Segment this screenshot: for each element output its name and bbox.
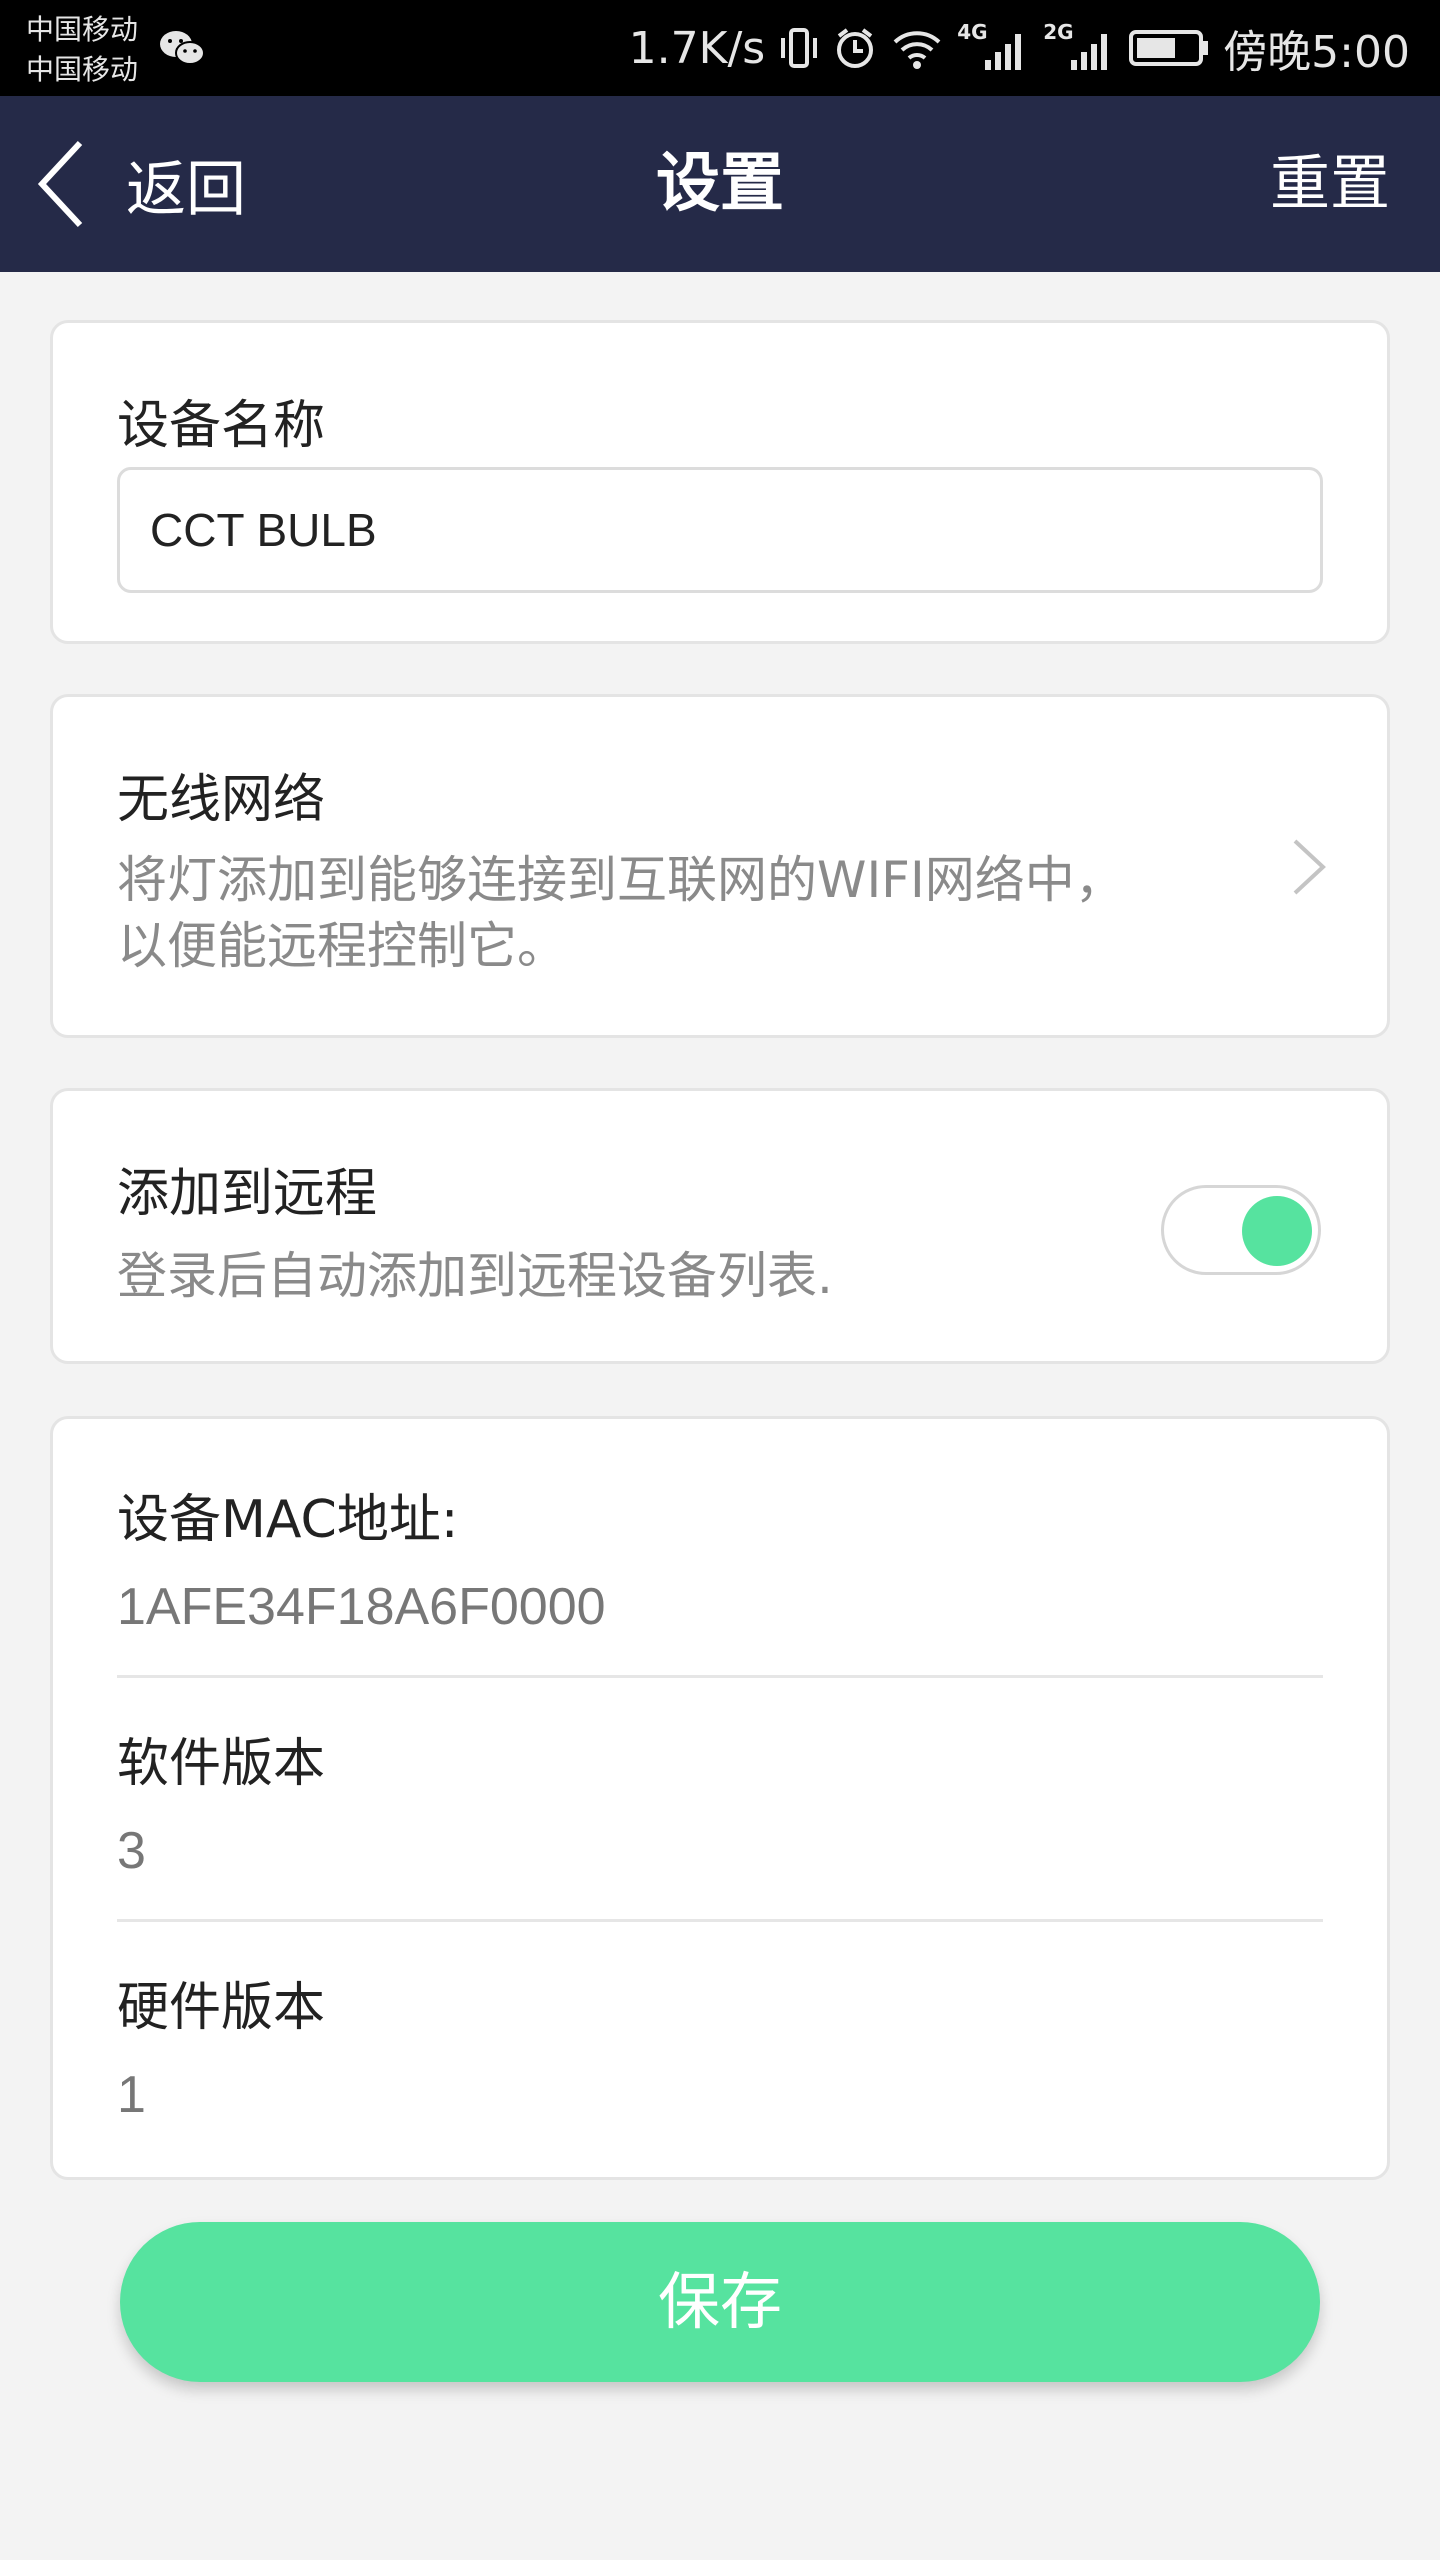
- signal-1: 4G: [957, 20, 1029, 72]
- remote-title: 添加到远程: [117, 1164, 378, 1224]
- nav-bar: 返回 设置 重置: [0, 96, 1440, 272]
- signal-icon: [985, 34, 1022, 70]
- signal-2: 2G: [1043, 20, 1115, 72]
- divider: [117, 1675, 1323, 1678]
- device-name-input[interactable]: [117, 467, 1323, 593]
- toggle-knob: [1242, 1196, 1312, 1266]
- hardware-version-label: 硬件版本: [117, 1978, 326, 2038]
- alarm-icon: [837, 28, 874, 68]
- device-info-card: 设备MAC地址: 1AFE34F18A6F0000 软件版本 3 硬件版本 1: [50, 1416, 1390, 2180]
- remote-description: 登录后自动添加到远程设备列表.: [117, 1247, 833, 1305]
- page-title: 设置: [656, 147, 784, 221]
- reset-button[interactable]: 重置: [1270, 136, 1390, 232]
- software-version-label: 软件版本: [117, 1734, 326, 1794]
- save-button[interactable]: 保存: [120, 2222, 1320, 2382]
- clock: 傍晚5:00: [1223, 27, 1410, 78]
- hardware-version-value: 1: [117, 2066, 146, 2124]
- chevron-right-icon: [1293, 839, 1326, 895]
- carrier-info: 中国移动 中国移动: [26, 10, 138, 90]
- wechat-icon: [160, 31, 205, 65]
- remote-toggle[interactable]: [1161, 1185, 1321, 1275]
- carrier-2: 中国移动: [26, 53, 139, 86]
- wifi-desc-line1: 将灯添加到能够连接到互联网的WIFI网络中，: [117, 851, 1125, 909]
- status-bar: 中国移动 中国移动 1.7K/s 4G 2G 傍晚5:00: [0, 0, 1440, 96]
- status-icons: 1.7K/s 4G 2G 傍晚5:00: [629, 0, 1410, 96]
- mac-value: 1AFE34F18A6F0000: [117, 1578, 606, 1636]
- mac-label: 设备MAC地址:: [117, 1490, 459, 1550]
- device-name-card: 设备名称: [50, 320, 1390, 644]
- signal-icon: [1071, 34, 1108, 70]
- software-version-value: 3: [117, 1822, 146, 1880]
- vibrate-icon: [781, 28, 818, 68]
- wifi-icon: [893, 31, 941, 69]
- divider: [117, 1919, 1323, 1922]
- wifi-settings-card[interactable]: 无线网络 将灯添加到能够连接到互联网的WIFI网络中， 以便能远程控制它。: [50, 694, 1390, 1038]
- wifi-description: 将灯添加到能够连接到互联网的WIFI网络中， 以便能远程控制它。: [117, 847, 1125, 979]
- device-name-label: 设备名称: [117, 396, 326, 456]
- wifi-title: 无线网络: [117, 770, 326, 830]
- net-speed: 1.7K/s: [628, 22, 766, 74]
- wifi-desc-line2: 以便能远程控制它。: [117, 917, 567, 975]
- remote-card: 添加到远程 登录后自动添加到远程设备列表.: [50, 1088, 1390, 1364]
- battery-icon: [1129, 30, 1209, 66]
- carrier-1: 中国移动: [26, 13, 139, 46]
